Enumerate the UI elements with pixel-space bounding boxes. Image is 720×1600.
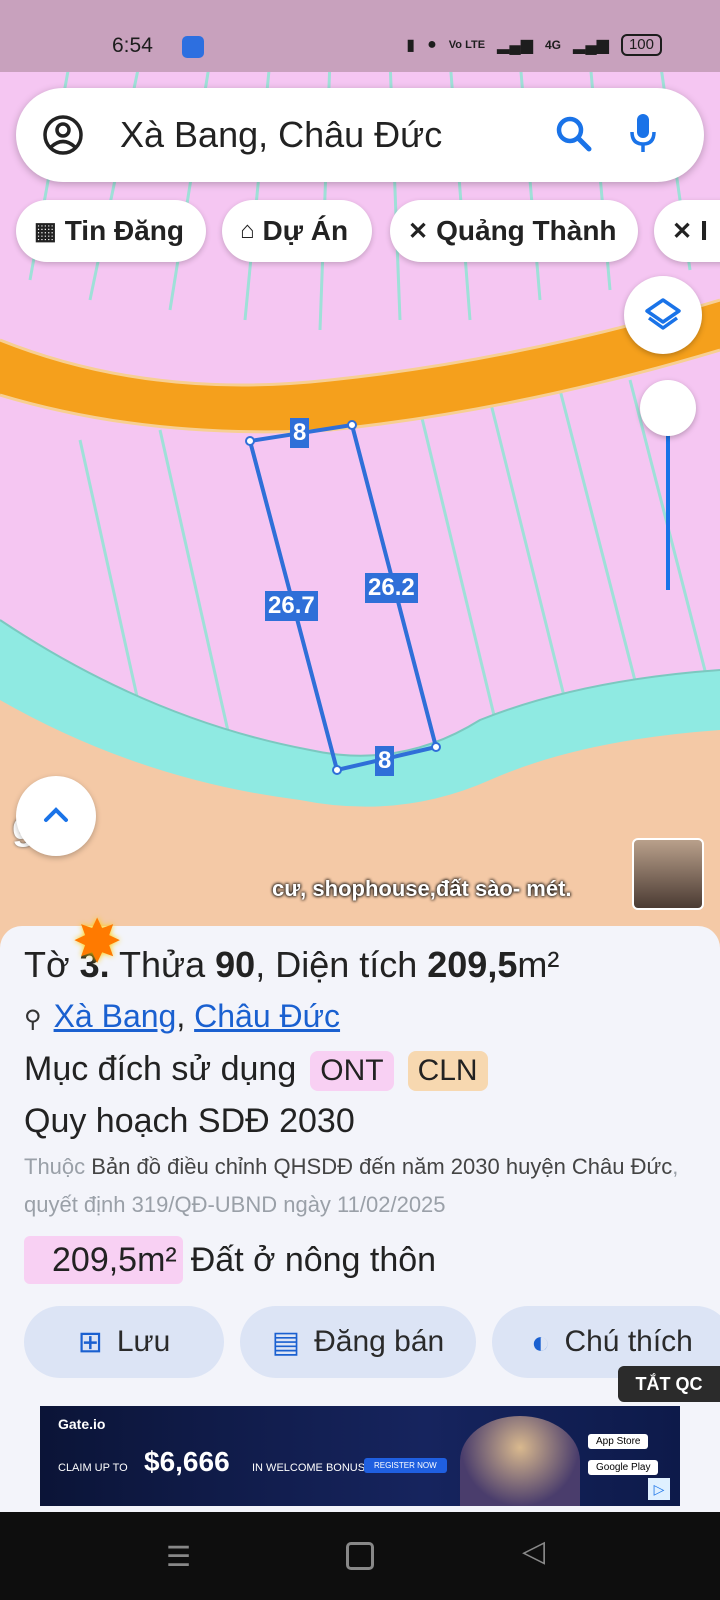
area-land-type: Đất ở nông thôn [190,1241,437,1279]
title-dien-tich: , Diện tích [255,944,428,985]
expand-sheet-button[interactable] [16,776,96,856]
post-sale-button[interactable]: ▤ Đăng bán [240,1306,476,1378]
ad-off-button[interactable]: TẮT QC [618,1366,720,1402]
video-caption: cư, shophouse,đất sào- mét. [272,876,572,901]
chip-label: Quảng Thành [436,215,617,246]
post-sale-label: Đăng bán [314,1325,445,1358]
chip-du-an[interactable]: ⌂ Dự Án [222,200,372,262]
location-link-chau-duc[interactable]: Châu Đức [194,998,340,1034]
adchoices-icon[interactable]: ▷ [648,1478,670,1500]
source-prefix: Thuộc [24,1154,92,1179]
search-icon[interactable] [554,114,594,154]
save-button[interactable]: ⊞ Lưu [24,1306,224,1378]
ad-banner[interactable]: Gate.io CLAIM UP TO $6,666 IN WELCOME BO… [40,1406,680,1506]
vibrate-icon: ▮ [406,37,416,54]
ruler-pencil-icon: ✕ [672,217,693,245]
pin-icon: ⚲ [24,1006,42,1033]
location-icon: ● [427,36,437,53]
table-icon: ▦ [34,217,57,245]
edge-length-right: 26.2 [365,573,418,603]
location-link-xa-bang[interactable]: Xà Bang [54,998,177,1034]
title-thua-number: 90 [215,944,256,985]
burst-icon: ✸ [72,908,123,975]
location-row: ⚲ Xà Bang, Châu Đức [24,998,340,1035]
google-play-badge[interactable]: Google Play [588,1460,659,1475]
save-label: Lưu [116,1325,171,1358]
app-store-badge[interactable]: App Store [588,1434,649,1449]
battery-icon: 100 [620,34,662,56]
plan-source: Thuộc Bản đồ điều chỉnh QHSDĐ đến năm 20… [24,1148,704,1224]
title-thua: Thửa [109,944,216,985]
edge-length-bottom: 8 [375,746,395,776]
title-area-value: 209,5 [427,944,518,985]
ad-amount: $6,666 [144,1446,230,1477]
home-icon[interactable] [346,1542,374,1570]
chip-more[interactable]: ✕ I [654,200,720,262]
ad-claim: CLAIM UP TO [58,1462,128,1474]
layers-button[interactable] [624,276,702,354]
building-icon: ⌂ [240,217,255,244]
account-icon[interactable] [42,114,84,156]
status-icons: ▮ ● Vo LTE ▂▄▆ 4G ▂▄▆ 100 [406,34,662,56]
ruler-pencil-icon: ✕ [408,217,429,245]
chip-label: I [700,215,708,246]
search-input[interactable]: Xà Bang, Châu Đức [120,114,442,156]
status-time: 6:54 [112,34,153,57]
chip-label: Dự Án [262,215,349,246]
system-nav-bar: ☰ ◁ [0,1512,720,1600]
contrast-icon: ◐ [531,1323,551,1360]
signal-icon-2: ▂▄▆ [573,37,609,54]
app-notification-icon [182,36,204,58]
chip-label: Tin Đăng [64,215,184,246]
status-bar: 6:54 ▮ ● Vo LTE ▂▄▆ 4G ▂▄▆ 100 [0,0,720,72]
title-area-unit: m² [517,944,560,985]
ad-image [460,1416,580,1506]
opacity-slider-handle[interactable] [640,380,696,436]
file-add-icon: ⊞ [77,1325,103,1359]
area-tag: 209,5m² [24,1236,183,1284]
search-bar[interactable]: Xà Bang, Châu Đức [16,88,704,182]
ad-bonus: IN WELCOME BONUS [252,1462,366,1474]
calendar-icon: ▤ [271,1325,301,1359]
purpose-tag-ont[interactable]: ONT [310,1051,394,1091]
edge-length-top: 8 [290,418,310,448]
legend-label: Chú thích [564,1325,693,1358]
purpose-tag-cln[interactable]: CLN [407,1051,488,1091]
signal-icon: ▂▄▆ [497,37,533,54]
chip-quang-thanh[interactable]: ✕ Quảng Thành [390,200,638,262]
opacity-slider-track[interactable] [666,410,670,590]
avatar[interactable] [632,838,704,910]
plan-label: Quy hoạch SDĐ 2030 [24,1102,355,1140]
purpose-row: Mục đích sử dụng ONT CLN [24,1050,488,1091]
chip-tin-dang[interactable]: ▦ Tin Đăng [16,200,206,262]
edge-length-left: 26.7 [265,591,318,621]
ad-brand: Gate.io [58,1416,106,1432]
ad-cta[interactable]: REGISTER NOW [364,1458,447,1473]
chevron-up-icon [44,807,68,822]
volte-icon: Vo LTE [448,38,486,51]
source-map-name: Bản đồ điều chỉnh QHSDĐ đến năm 2030 huy… [91,1154,673,1179]
mic-icon[interactable] [628,112,658,156]
network-type: 4G [545,38,562,52]
menu-icon[interactable]: ☰ [166,1540,191,1573]
area-row: 209,5m² Đất ở nông thôn [24,1236,436,1284]
back-icon[interactable]: ◁ [522,1534,545,1569]
location-separator: , [176,998,195,1034]
purpose-label: Mục đích sử dụng [24,1050,297,1088]
layers-icon [645,298,681,330]
